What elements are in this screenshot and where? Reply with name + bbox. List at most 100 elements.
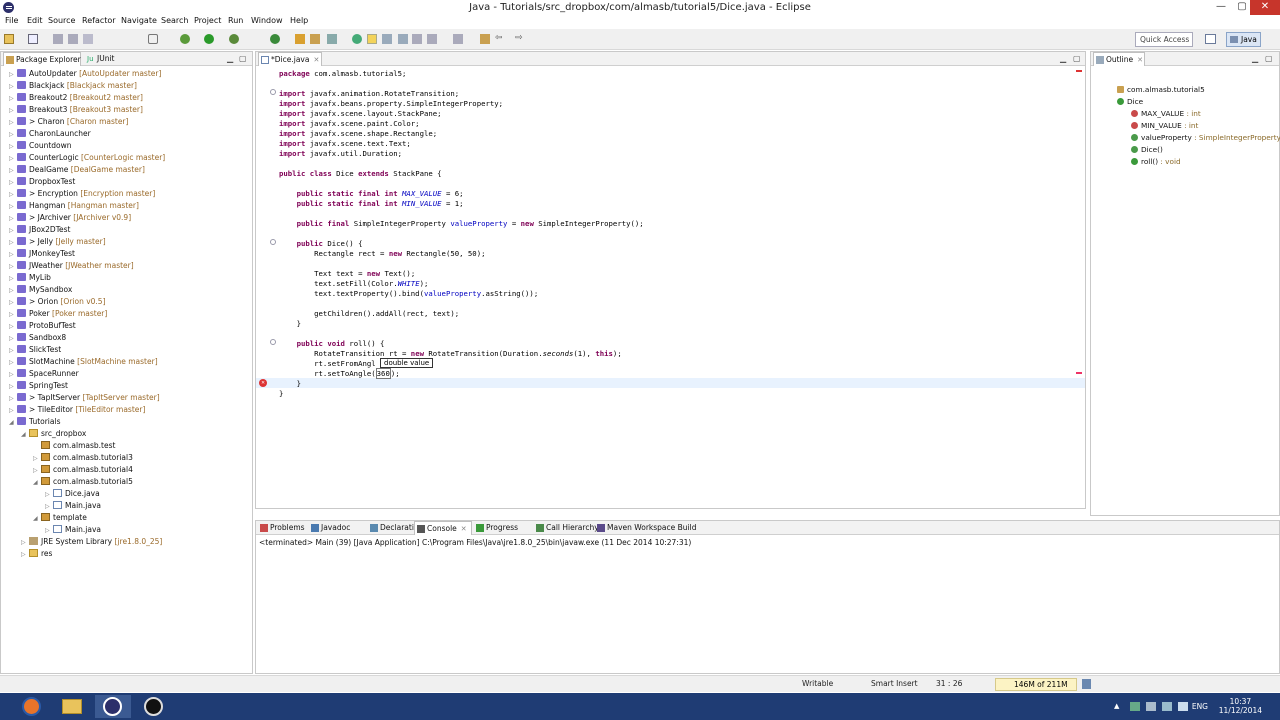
tab-console[interactable]: Console ✕ xyxy=(414,521,472,535)
tree-item[interactable]: ▷ MyLib xyxy=(9,272,51,284)
minimize-editor-icon[interactable]: ▁ xyxy=(1060,54,1066,63)
tree-item[interactable]: ▷ Main.java xyxy=(45,500,101,512)
tree-item[interactable]: ▷ Poker [Poker master] xyxy=(9,308,107,320)
quick-access-input[interactable]: Quick Access xyxy=(1135,32,1193,47)
save-icon[interactable] xyxy=(53,34,63,44)
show-whitespace-icon[interactable] xyxy=(382,34,392,44)
menu-search[interactable]: Search xyxy=(161,16,188,25)
expand-toggle-icon[interactable]: ◢ xyxy=(9,417,17,429)
maximize-editor-icon[interactable]: ▢ xyxy=(1073,54,1081,63)
search-icon[interactable] xyxy=(352,34,362,44)
tree-item[interactable]: ▷ > TapItServer [TapItServer master] xyxy=(9,392,160,404)
minimize-view-icon[interactable]: ▁ xyxy=(227,54,233,63)
tab-call-hierarchy[interactable]: Call Hierarchy xyxy=(534,521,599,535)
tree-item[interactable]: ▷ com.almasb.tutorial4 xyxy=(33,464,133,476)
debug-icon[interactable] xyxy=(180,34,190,44)
tree-item[interactable]: ▷ SlickTest xyxy=(9,344,61,356)
heap-status[interactable]: 146M of 211M xyxy=(995,678,1077,691)
new-java-class-icon[interactable] xyxy=(310,34,320,44)
tree-item[interactable]: ▷ Main.java xyxy=(45,524,101,536)
outline-item[interactable]: MIN_VALUE : int xyxy=(1131,120,1198,132)
mark-occurrences-icon[interactable] xyxy=(367,34,377,44)
tree-item[interactable]: ▷ com.almasb.tutorial3 xyxy=(33,452,133,464)
menu-refactor[interactable]: Refactor xyxy=(82,16,116,25)
back-icon[interactable]: ⇦ xyxy=(495,34,505,44)
tree-item[interactable]: ▷ SpaceRunner xyxy=(9,368,79,380)
menu-source[interactable]: Source xyxy=(48,16,75,25)
menu-navigate[interactable]: Navigate xyxy=(121,16,157,25)
tree-item[interactable]: ▷ DealGame [DealGame master] xyxy=(9,164,145,176)
tree-item[interactable]: ▷ Sandbox8 xyxy=(9,332,66,344)
save-all-icon[interactable] xyxy=(68,34,78,44)
tab-problems[interactable]: Problems xyxy=(258,521,307,535)
tree-item[interactable]: ▷ ProtoBufTest xyxy=(9,320,76,332)
file-explorer-icon[interactable] xyxy=(54,695,90,718)
tab-javadoc[interactable]: Javadoc xyxy=(309,521,366,535)
forward-icon[interactable]: ⇨ xyxy=(515,34,525,44)
tree-item[interactable]: com.almasb.test xyxy=(33,440,115,452)
tree-item[interactable]: ▷ CounterLogic [CounterLogic master] xyxy=(9,152,165,164)
tree-item[interactable]: ◢ com.almasb.tutorial5 xyxy=(33,476,133,488)
maximize-outline-icon[interactable]: ▢ xyxy=(1265,54,1273,63)
tab-maven-workspace-build[interactable]: Maven Workspace Build xyxy=(595,521,696,535)
outline-item[interactable]: roll() : void xyxy=(1131,156,1181,168)
tree-item[interactable]: ▷ > Jelly [Jelly master] xyxy=(9,236,106,248)
tree-item[interactable]: ▷ > TileEditor [TileEditor master] xyxy=(9,404,145,416)
obs-icon[interactable] xyxy=(136,695,172,718)
volume-icon[interactable] xyxy=(1178,702,1188,711)
tray-app-icon[interactable] xyxy=(1130,702,1140,711)
fold-toggle[interactable] xyxy=(270,89,276,95)
tree-item[interactable]: ◢ Tutorials xyxy=(9,416,60,428)
system-clock[interactable]: 10:37 11/12/2014 xyxy=(1219,697,1262,715)
expand-toggle-icon[interactable]: ◢ xyxy=(33,513,41,525)
open-perspective-icon[interactable] xyxy=(1205,34,1216,44)
fold-toggle[interactable] xyxy=(270,239,276,245)
outline-item[interactable]: Dice() xyxy=(1131,144,1163,156)
close-outline-icon[interactable]: ✕ xyxy=(1137,56,1143,64)
expand-toggle-icon[interactable]: ◢ xyxy=(33,477,41,489)
tree-item[interactable]: ▷ res xyxy=(21,548,52,560)
garbage-collect-icon[interactable] xyxy=(1082,679,1091,689)
tree-item[interactable]: ▷ JWeather [JWeather master] xyxy=(9,260,134,272)
new-java-package-icon[interactable] xyxy=(295,34,305,44)
tree-item[interactable]: ▷ Countdown xyxy=(9,140,72,152)
tree-item[interactable]: ▷ AutoUpdater [AutoUpdater master] xyxy=(9,68,161,80)
overview-error-mark[interactable] xyxy=(1076,70,1082,72)
firefox-icon[interactable] xyxy=(14,695,50,718)
tab-package-explorer[interactable]: Package Explorer xyxy=(3,52,81,66)
outline-item[interactable]: valueProperty : SimpleIntegerProperty xyxy=(1131,132,1280,144)
skip-breakpoints-icon[interactable] xyxy=(148,34,158,44)
new-icon[interactable] xyxy=(4,34,14,44)
tab-declaration[interactable]: Declaration xyxy=(368,521,423,535)
expand-toggle-icon[interactable]: ◢ xyxy=(21,429,29,441)
menu-project[interactable]: Project xyxy=(194,16,221,25)
tree-item[interactable]: ▷ CharonLauncher xyxy=(9,128,91,140)
tab-dice-java[interactable]: *Dice.java ✕ xyxy=(258,52,322,66)
tree-item[interactable]: ▷ > JArchiver [JArchiver v0.9] xyxy=(9,212,131,224)
menu-edit[interactable]: Edit xyxy=(27,16,43,25)
code-area[interactable]: package com.almasb.tutorial5; import jav… xyxy=(256,66,1085,508)
previous-annotation-icon[interactable] xyxy=(453,34,463,44)
tree-item[interactable]: ▷ SpringTest xyxy=(9,380,68,392)
menu-window[interactable]: Window xyxy=(251,16,283,25)
tree-item[interactable]: ▷ Dice.java xyxy=(45,488,100,500)
tab-junit[interactable]: Ju JUnit xyxy=(85,52,133,66)
outline-item[interactable]: Dice xyxy=(1117,96,1143,108)
tree-item[interactable]: ▷ JRE System Library [jre1.8.0_25] xyxy=(21,536,162,548)
run-icon[interactable] xyxy=(204,34,214,44)
print-icon[interactable] xyxy=(83,34,93,44)
tree-item[interactable]: ▷ JBox2DTest xyxy=(9,224,70,236)
overview-error-mark[interactable] xyxy=(1076,372,1082,374)
last-edit-location-icon[interactable] xyxy=(480,34,490,44)
show-hidden-icons-icon[interactable]: ▲ xyxy=(1114,702,1122,710)
open-type-icon[interactable] xyxy=(327,34,337,44)
eclipse-taskbar-icon[interactable] xyxy=(95,695,131,718)
tree-item[interactable]: ◢ src_dropbox xyxy=(21,428,86,440)
tab-progress[interactable]: Progress xyxy=(474,521,532,535)
tree-item[interactable]: ▷ > Orion [Orion v0.5] xyxy=(9,296,106,308)
tree-item[interactable]: ▷ > Encryption [Encryption master] xyxy=(9,188,155,200)
outline-item[interactable]: MAX_VALUE : int xyxy=(1131,108,1201,120)
tree-item[interactable]: ▷ SlotMachine [SlotMachine master] xyxy=(9,356,158,368)
java-perspective-button[interactable]: Java xyxy=(1226,32,1261,47)
expand-toggle-icon[interactable]: ▷ xyxy=(21,549,29,561)
